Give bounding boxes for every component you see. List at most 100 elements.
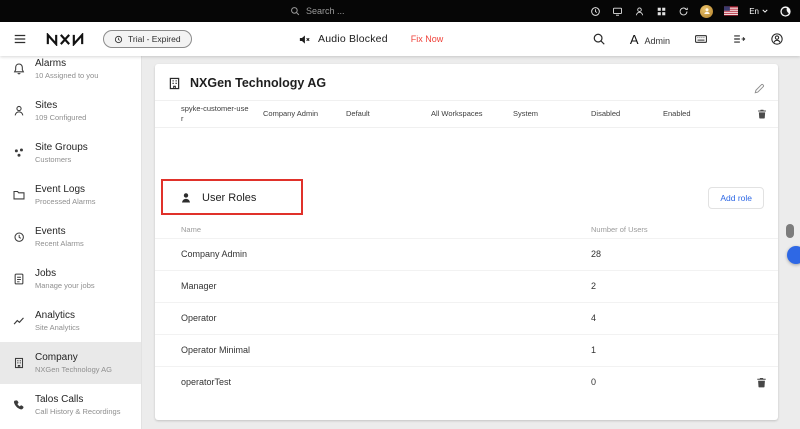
search-icon[interactable] (592, 32, 606, 46)
building-icon (169, 77, 180, 89)
topbar: Search ... En (0, 0, 800, 22)
keyboard-icon[interactable] (694, 32, 708, 46)
user-roles-title: User Roles (202, 191, 257, 204)
sidebar-item-sub: Site Analytics (35, 323, 80, 332)
sidebar-item-analytics[interactable]: Analytics Site Analytics (0, 300, 141, 342)
sidebar-item-event-logs[interactable]: Event Logs Processed Alarms (0, 174, 141, 216)
sidebar-item-jobs[interactable]: Jobs Manage your jobs (0, 258, 141, 300)
menu-icon[interactable] (13, 32, 27, 46)
sidebar-item-alarms[interactable]: Alarms 10 Assigned to you (0, 56, 141, 90)
delete-icon[interactable] (756, 108, 768, 120)
font-size-glyph: A (629, 31, 639, 47)
topbar-actions: En (590, 0, 792, 22)
user-roles-table: Name Number of Users Company Admin 28 Ma… (155, 222, 778, 398)
role-name-cell: Company Admin (181, 249, 248, 259)
global-search-input[interactable]: Search ... (290, 0, 345, 22)
role-name-cell: Operator (181, 313, 217, 323)
user-icon[interactable] (634, 6, 645, 17)
table-row[interactable]: Manager 2 (155, 269, 778, 302)
user-avatar[interactable] (700, 4, 714, 18)
user-status-cell: Disabled (591, 109, 621, 119)
user-enabled-cell: Enabled (663, 109, 691, 119)
user-role-cell: Company Admin (263, 109, 319, 119)
company-header: NXGen Technology AG (155, 64, 778, 94)
font-size-button[interactable]: A Admin (630, 32, 670, 47)
appbar-actions: A Admin (592, 22, 784, 56)
sidebar-item-sub: 10 Assigned to you (35, 71, 99, 80)
add-role-button[interactable]: Add role (708, 186, 764, 209)
avatar-person-icon (703, 8, 710, 14)
phone-icon (13, 400, 24, 410)
sidebar-item-talos-calls[interactable]: Talos Calls Call History & Recordings (0, 384, 141, 426)
role-count-cell: 1 (591, 345, 597, 355)
column-header-name: Name (181, 225, 202, 234)
person-icon (181, 192, 191, 203)
sidebar-item-site-groups[interactable]: Site Groups Customers (0, 132, 141, 174)
application-window: Search ... En Trial - Expired Audio Bloc… (0, 0, 800, 429)
sidebar-item-events[interactable]: Events Recent Alarms (0, 216, 141, 258)
sidebar-item-sub: Manage your jobs (35, 281, 95, 290)
site-person-icon (14, 105, 24, 116)
role-count-cell: 4 (591, 313, 597, 323)
sidebar-item-label: Analytics (35, 310, 76, 321)
table-row[interactable]: Company Admin 28 (155, 237, 778, 270)
appbar: Trial - Expired Audio Blocked Fix Now A … (0, 22, 800, 56)
scrollbar-thumb[interactable] (786, 224, 794, 238)
collapse-panel-icon[interactable] (732, 32, 746, 46)
trial-badge-label: Trial - Expired (128, 34, 181, 44)
bell-icon (13, 63, 25, 75)
sidebar-item-label: Site Groups (35, 142, 88, 153)
user-roles-header: User Roles Add role (155, 178, 778, 215)
table-row[interactable]: Operator 4 (155, 301, 778, 334)
chevron-down-icon (762, 9, 768, 13)
role-count-cell: 28 (591, 249, 602, 259)
refresh-icon[interactable] (678, 6, 689, 17)
folder-icon (13, 190, 25, 200)
main-content: NXGen Technology AG spyke-customer-user … (143, 56, 800, 429)
building-icon (14, 357, 24, 369)
history-clock-icon (14, 232, 24, 242)
table-row[interactable]: operatorTest 0 (155, 365, 778, 398)
table-header-row: Name Number of Users (155, 222, 778, 238)
monitor-icon[interactable] (612, 6, 623, 17)
user-table-row[interactable]: spyke-customer-user Company Admin Defaul… (155, 100, 778, 128)
role-name-cell: Operator Minimal (181, 345, 251, 355)
clock-icon (114, 35, 123, 43)
fix-now-link[interactable]: Fix Now (411, 34, 444, 44)
language-label: En (749, 6, 759, 16)
checklist-icon (14, 273, 24, 285)
line-chart-icon (13, 317, 24, 325)
sidebar-item-label: Company (35, 352, 78, 363)
clock-icon[interactable] (590, 6, 601, 17)
audio-muted-icon (299, 34, 310, 44)
sidebar-item-sub: Call History & Recordings (35, 407, 121, 416)
role-name-cell: operatorTest (181, 377, 232, 387)
sidebar-item-sub: 109 Configured (35, 113, 87, 122)
search-icon (291, 7, 300, 16)
theme-toggle-icon[interactable] (779, 5, 792, 18)
edit-pencil-icon[interactable] (753, 82, 766, 95)
apps-grid-icon[interactable] (656, 6, 667, 17)
floating-action-button[interactable] (787, 246, 800, 264)
admin-label: Admin (644, 35, 670, 46)
sidebar-item-sites[interactable]: Sites 109 Configured (0, 90, 141, 132)
user-name-cell: spyke-customer-user (181, 104, 249, 123)
sidebar-item-sub: Processed Alarms (35, 197, 96, 206)
user-profile-cell: Default (346, 109, 370, 119)
us-flag-icon (724, 6, 739, 16)
table-row[interactable]: Operator Minimal 1 (155, 333, 778, 366)
company-card: NXGen Technology AG spyke-customer-user … (155, 64, 778, 420)
role-count-cell: 2 (591, 281, 597, 291)
delete-icon[interactable] (755, 376, 768, 389)
sidebar-item-label: Talos Calls (35, 394, 84, 405)
nxg-brand-logo[interactable] (44, 33, 86, 46)
sidebar-list: Alarms 10 Assigned to you Sites 109 Config… (0, 56, 141, 426)
audio-blocked-banner: Audio Blocked Fix Now (298, 22, 443, 56)
language-selector[interactable]: En (749, 7, 768, 16)
user-type-cell: System (513, 109, 539, 119)
trial-badge: Trial - Expired (103, 30, 192, 48)
sidebar-item-company[interactable]: Company NXGen Technology AG (0, 342, 141, 384)
sidebar-item-label: Event Logs (35, 184, 86, 195)
sidebar-item-sub: Recent Alarms (35, 239, 84, 248)
account-icon[interactable] (770, 32, 784, 46)
